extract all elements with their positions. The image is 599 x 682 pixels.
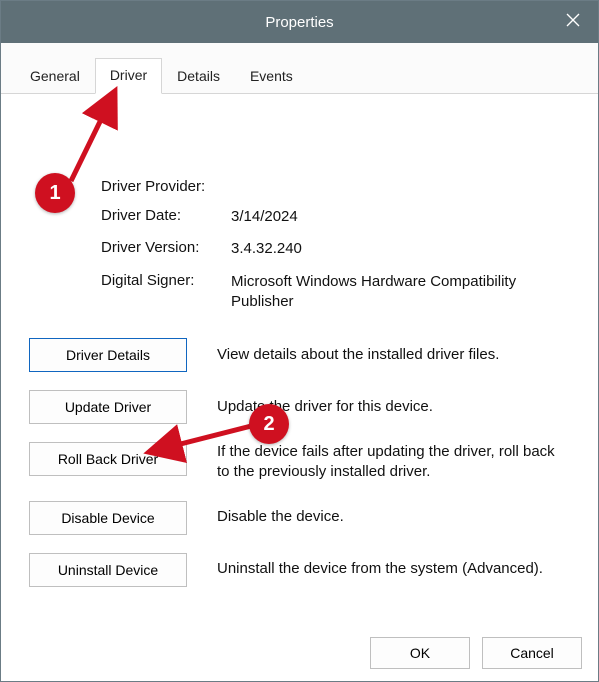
tab-general[interactable]: General bbox=[15, 59, 95, 94]
info-value bbox=[231, 178, 570, 195]
driver-details-button[interactable]: Driver Details bbox=[29, 338, 187, 372]
action-row-details: Driver Details View details about the in… bbox=[29, 338, 570, 372]
update-driver-button[interactable]: Update Driver bbox=[29, 390, 187, 424]
properties-window: Properties General Driver Details Events… bbox=[0, 0, 599, 682]
titlebar: Properties bbox=[1, 1, 598, 43]
window-title: Properties bbox=[265, 14, 333, 31]
cancel-button[interactable]: Cancel bbox=[482, 637, 582, 669]
action-desc: Update the driver for this device. bbox=[217, 397, 441, 417]
info-value: 3/14/2024 bbox=[231, 207, 570, 227]
close-button[interactable] bbox=[548, 1, 598, 43]
tab-row: General Driver Details Events bbox=[1, 43, 598, 94]
close-icon bbox=[566, 13, 580, 31]
info-row-version: Driver Version: 3.4.32.240 bbox=[101, 239, 570, 259]
action-row-rollback: Roll Back Driver If the device fails aft… bbox=[29, 442, 570, 483]
info-row-date: Driver Date: 3/14/2024 bbox=[101, 207, 570, 227]
info-label: Digital Signer: bbox=[101, 272, 231, 313]
action-row-update: Update Driver Update the driver for this… bbox=[29, 390, 570, 424]
roll-back-driver-button[interactable]: Roll Back Driver bbox=[29, 442, 187, 476]
dialog-footer: OK Cancel bbox=[370, 637, 582, 669]
info-label: Driver Provider: bbox=[101, 178, 231, 195]
ok-button[interactable]: OK bbox=[370, 637, 470, 669]
info-value: 3.4.32.240 bbox=[231, 239, 570, 259]
tab-content: Driver Provider: Driver Date: 3/14/2024 … bbox=[1, 94, 598, 587]
disable-device-button[interactable]: Disable Device bbox=[29, 501, 187, 535]
tab-driver[interactable]: Driver bbox=[95, 58, 162, 94]
tab-events[interactable]: Events bbox=[235, 59, 308, 94]
tab-details[interactable]: Details bbox=[162, 59, 235, 94]
info-row-signer: Digital Signer: Microsoft Windows Hardwa… bbox=[101, 272, 570, 313]
uninstall-device-button[interactable]: Uninstall Device bbox=[29, 553, 187, 587]
info-value: Microsoft Windows Hardware Compatibility… bbox=[231, 272, 570, 313]
driver-actions: Driver Details View details about the in… bbox=[29, 338, 570, 587]
action-desc: Disable the device. bbox=[217, 507, 352, 527]
driver-info: Driver Provider: Driver Date: 3/14/2024 … bbox=[101, 178, 570, 312]
info-label: Driver Date: bbox=[101, 207, 231, 227]
info-label: Driver Version: bbox=[101, 239, 231, 259]
action-desc: Uninstall the device from the system (Ad… bbox=[217, 559, 551, 579]
action-desc: View details about the installed driver … bbox=[217, 345, 507, 365]
action-row-uninstall: Uninstall Device Uninstall the device fr… bbox=[29, 553, 570, 587]
info-row-provider: Driver Provider: bbox=[101, 178, 570, 195]
action-row-disable: Disable Device Disable the device. bbox=[29, 501, 570, 535]
action-desc: If the device fails after updating the d… bbox=[217, 442, 570, 483]
